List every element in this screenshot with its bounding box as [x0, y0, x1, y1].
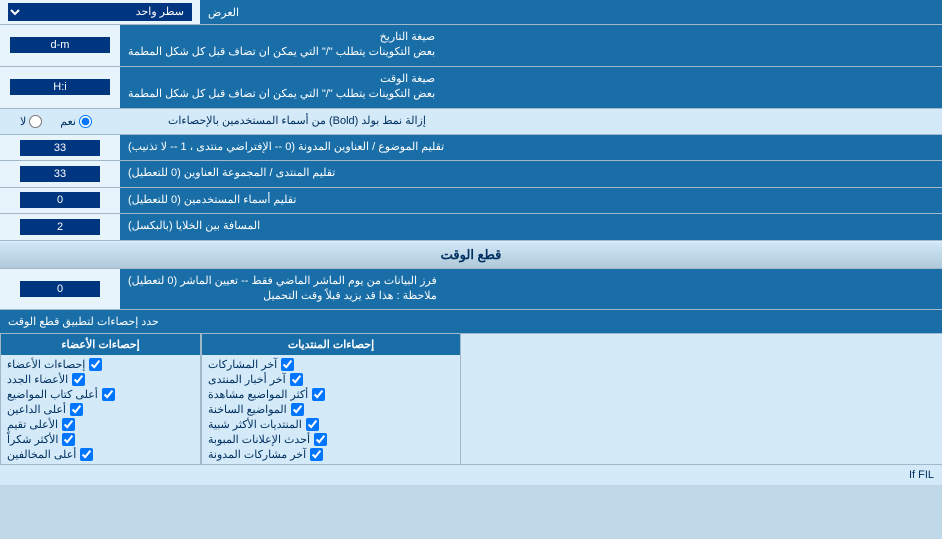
- time-format-input[interactable]: [10, 79, 110, 95]
- cb-col2-check-2[interactable]: [102, 388, 115, 401]
- trim-username-input[interactable]: [20, 192, 100, 208]
- trim-username-row: تقليم أسماء المستخدمين (0 للتعطيل): [0, 188, 942, 214]
- cell-spacing-input-cell: [0, 214, 120, 239]
- trim-forum-label: تقليم المنتدى / المجموعة العناوين (0 للت…: [120, 161, 942, 186]
- right-spacer: [460, 334, 942, 464]
- limit-label: حدد إحصاءات لتطبيق قطع الوقت: [0, 310, 942, 333]
- cb-col2-item-5[interactable]: الأكثر شكراً: [7, 433, 194, 446]
- bold-yes-label[interactable]: نعم: [60, 115, 95, 128]
- cb-col1-check-2[interactable]: [312, 388, 325, 401]
- cb-col2-check-0[interactable]: [89, 358, 102, 371]
- trim-forum-input[interactable]: [20, 166, 100, 182]
- display-label: العرض: [200, 0, 942, 24]
- bold-row: إزالة نمط بولد (Bold) من أسماء المستخدمي…: [0, 109, 942, 135]
- cb-col1-check-6[interactable]: [310, 448, 323, 461]
- col2-section: إحصاءات الأعضاء إحصاءات الأعضاء الأعضاء …: [0, 334, 200, 464]
- col1-section: إحصاءات المنتديات آخر المشاركات آخر أخبا…: [200, 334, 460, 464]
- time-format-row: صيغة الوقت بعض التكوينات يتطلب "/" التي …: [0, 67, 942, 109]
- trim-username-input-cell: [0, 188, 120, 213]
- limit-row: حدد إحصاءات لتطبيق قطع الوقت: [0, 310, 942, 334]
- cb-col2-check-4[interactable]: [62, 418, 75, 431]
- bold-yes-radio[interactable]: [79, 115, 92, 128]
- cb-col1-item-2[interactable]: أكثر المواضيع مشاهدة: [208, 388, 454, 401]
- cb-col1-item-3[interactable]: المواضيع الساخنة: [208, 403, 454, 416]
- trim-username-label: تقليم أسماء المستخدمين (0 للتعطيل): [120, 188, 942, 213]
- bold-no-radio[interactable]: [29, 115, 42, 128]
- cb-col2-item-3[interactable]: أعلى الداعين: [7, 403, 194, 416]
- date-format-input-cell: [0, 25, 120, 66]
- cb-col1-item-1[interactable]: آخر أخبار المنتدى: [208, 373, 454, 386]
- cb-col1-check-4[interactable]: [306, 418, 319, 431]
- cb-col2-check-5[interactable]: [62, 433, 75, 446]
- cb-col1-check-5[interactable]: [314, 433, 327, 446]
- time-format-input-cell: [0, 67, 120, 108]
- bold-no-label[interactable]: لا: [20, 115, 45, 128]
- cb-col2-item-4[interactable]: الأعلى تقيم: [7, 418, 194, 431]
- cell-spacing-input[interactable]: [20, 219, 100, 235]
- checkbox-section: إحصاءات المنتديات آخر المشاركات آخر أخبا…: [0, 334, 942, 464]
- cb-col2-check-6[interactable]: [80, 448, 93, 461]
- bold-label: إزالة نمط بولد (Bold) من أسماء المستخدمي…: [160, 109, 942, 134]
- display-input-cell: سطر واحد: [0, 0, 200, 24]
- cb-col1-item-5[interactable]: أحدث الإعلانات المبوبة: [208, 433, 454, 446]
- bold-radio-group: نعم لا: [5, 115, 95, 128]
- date-format-row: صيغة التاريخ بعض التكوينات يتطلب "/" الت…: [0, 25, 942, 67]
- cb-col2-item-6[interactable]: أعلى المخالفين: [7, 448, 194, 461]
- cb-col1-check-3[interactable]: [291, 403, 304, 416]
- if-fil-footer: If FIL: [0, 464, 942, 485]
- cb-col1-item-4[interactable]: المنتديات الأكثر شبية: [208, 418, 454, 431]
- bold-radio-cell: نعم لا: [0, 109, 160, 134]
- cb-col1-check-0[interactable]: [281, 358, 294, 371]
- cell-spacing-label: المسافة بين الخلايا (بالبكسل): [120, 214, 942, 239]
- col2-items: إحصاءات الأعضاء الأعضاء الجدد أعلى كتاب …: [0, 355, 200, 464]
- cell-spacing-row: المسافة بين الخلايا (بالبكسل): [0, 214, 942, 240]
- trim-forum-row: تقليم المنتدى / المجموعة العناوين (0 للت…: [0, 161, 942, 187]
- col1-items: آخر المشاركات آخر أخبار المنتدى أكثر الم…: [201, 355, 460, 464]
- trim-subject-row: تقليم الموضوع / العناوين المدونة (0 -- ا…: [0, 135, 942, 161]
- trim-subject-label: تقليم الموضوع / العناوين المدونة (0 -- ا…: [120, 135, 942, 160]
- cb-col2-item-0[interactable]: إحصاءات الأعضاء: [7, 358, 194, 371]
- time-format-label: صيغة الوقت بعض التكوينات يتطلب "/" التي …: [120, 67, 942, 108]
- cutoff-label: فرز البيانات من يوم الماشر الماضي فقط --…: [120, 269, 942, 310]
- cb-col2-item-2[interactable]: أعلى كتاب المواضيع: [7, 388, 194, 401]
- cutoff-input[interactable]: [20, 281, 100, 297]
- trim-subject-input-cell: [0, 135, 120, 160]
- cb-col2-item-1[interactable]: الأعضاء الجدد: [7, 373, 194, 386]
- main-container: العرض سطر واحد صيغة التاريخ بعض التكوينا…: [0, 0, 942, 485]
- cutoff-input-cell: [0, 269, 120, 310]
- cb-col1-check-1[interactable]: [290, 373, 303, 386]
- col2-header: إحصاءات الأعضاء: [0, 334, 200, 355]
- cutoff-row: فرز البيانات من يوم الماشر الماضي فقط --…: [0, 269, 942, 311]
- date-format-label: صيغة التاريخ بعض التكوينات يتطلب "/" الت…: [120, 25, 942, 66]
- cb-col1-item-6[interactable]: آخر مشاركات المدونة: [208, 448, 454, 461]
- cutoff-section-header: قطع الوقت: [0, 241, 942, 269]
- trim-subject-input[interactable]: [20, 140, 100, 156]
- cb-col2-check-1[interactable]: [72, 373, 85, 386]
- display-row: العرض سطر واحد: [0, 0, 942, 25]
- display-select[interactable]: سطر واحد: [8, 3, 192, 21]
- col1-header: إحصاءات المنتديات: [201, 334, 460, 355]
- date-format-input[interactable]: [10, 37, 110, 53]
- cb-col1-item-0[interactable]: آخر المشاركات: [208, 358, 454, 371]
- cb-col2-check-3[interactable]: [70, 403, 83, 416]
- trim-forum-input-cell: [0, 161, 120, 186]
